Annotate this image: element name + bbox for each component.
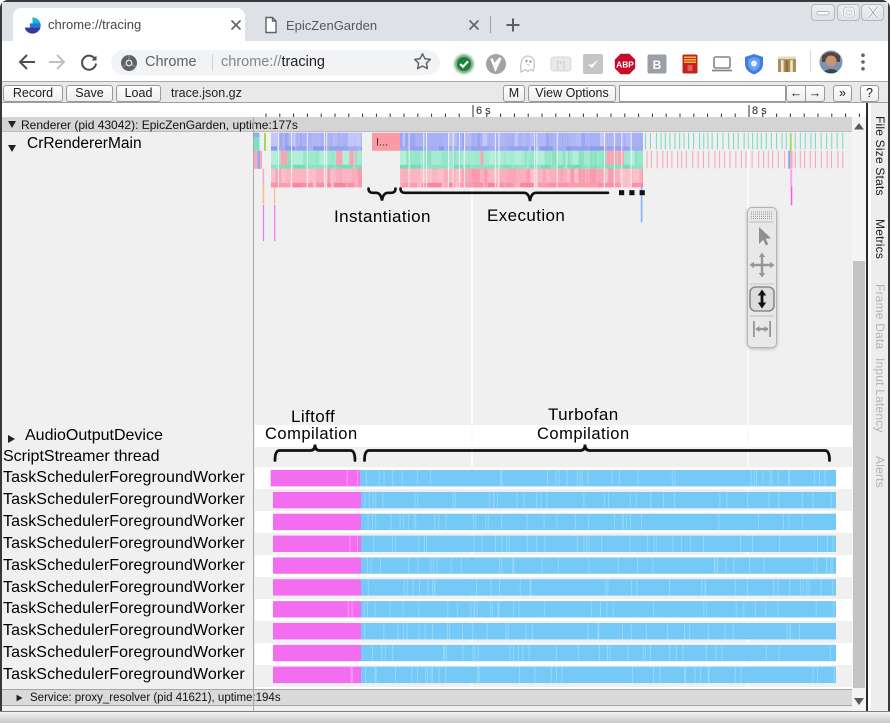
svg-text:6 s: 6 s	[476, 105, 491, 117]
svg-text:[*]: [*]	[557, 60, 566, 70]
svg-text:ABP: ABP	[616, 59, 634, 69]
svg-text:8 s: 8 s	[752, 105, 767, 117]
svg-text:B: B	[653, 58, 662, 72]
